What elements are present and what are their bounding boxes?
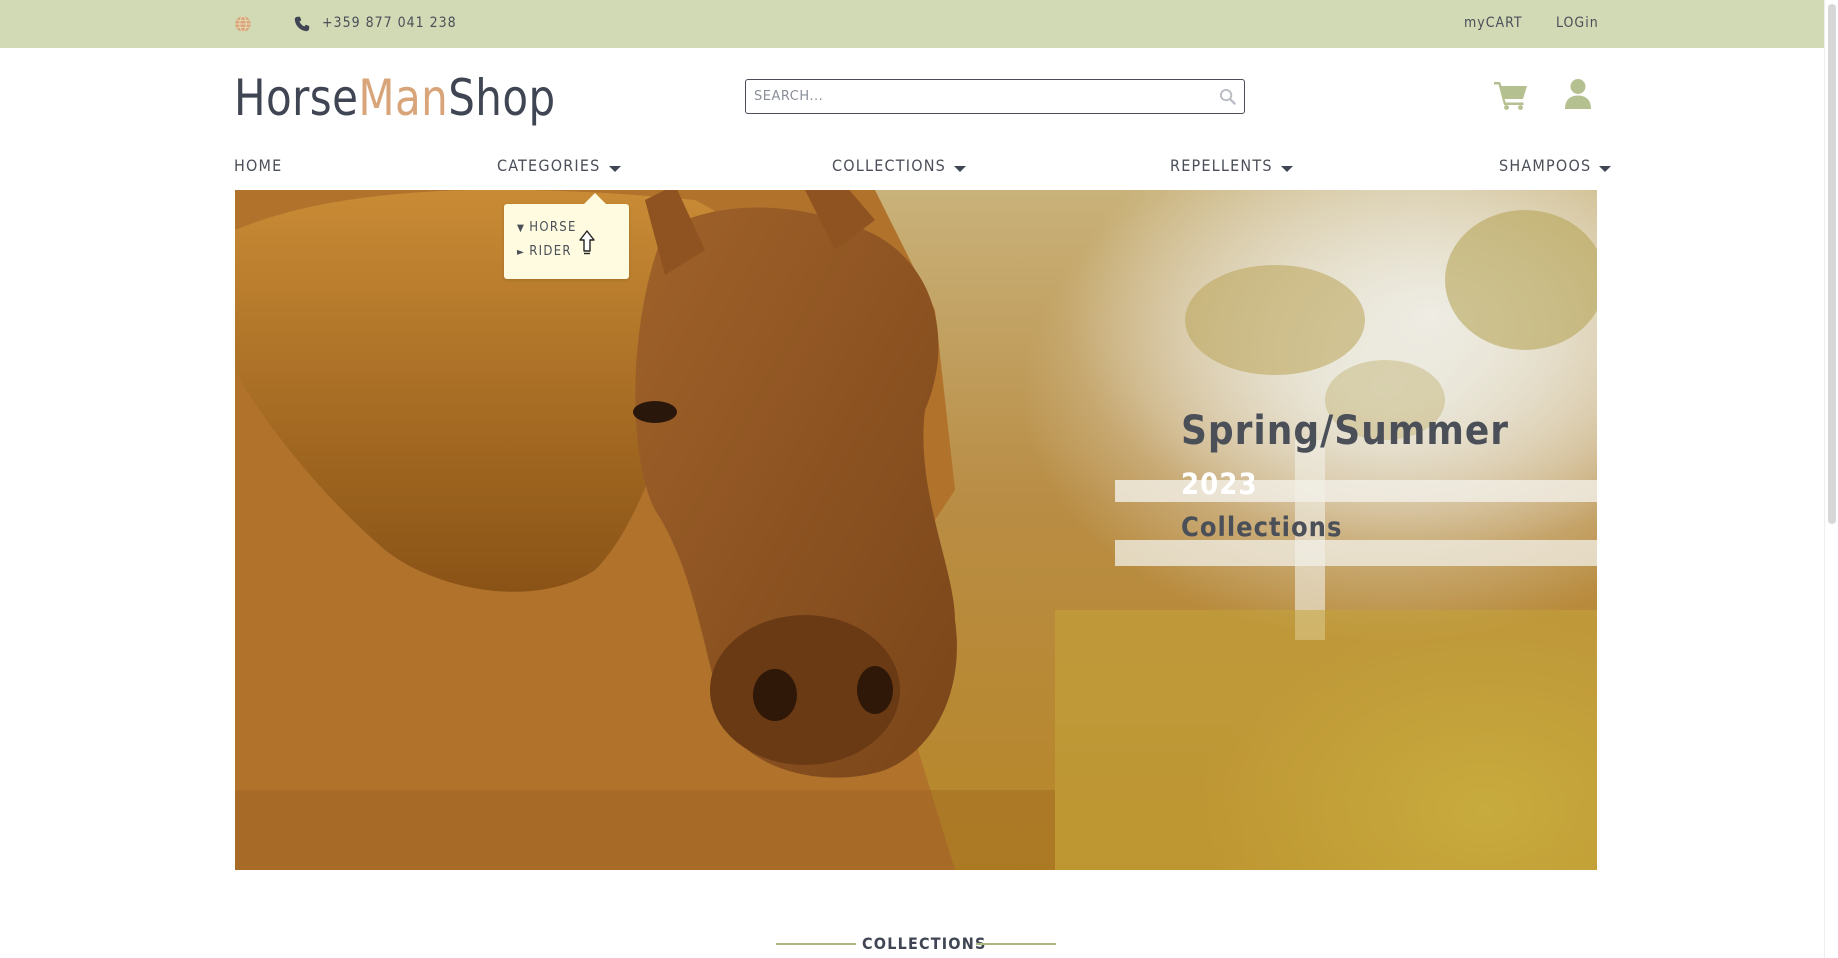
top-bar: +359 877 041 238 myCART LOGin <box>0 0 1838 48</box>
divider-line <box>976 943 1056 945</box>
dropdown-item-horse[interactable]: ▼ HORSE <box>517 220 577 235</box>
caret-down-icon <box>1599 165 1612 172</box>
phone-number: +359 877 041 238 <box>322 15 457 31</box>
phone-icon <box>294 16 310 32</box>
search-box <box>745 79 1245 114</box>
scrollbar-thumb[interactable] <box>1828 4 1836 524</box>
nav-home[interactable]: HOME <box>234 156 282 175</box>
globe-icon[interactable] <box>234 15 252 33</box>
search-input[interactable] <box>752 84 1202 109</box>
hero-title: Spring/Summer <box>1181 408 1509 454</box>
logo-shop: Shop <box>448 69 556 127</box>
collections-section-heading: COLLECTIONS <box>776 934 1056 954</box>
divider-line <box>776 943 856 945</box>
nav-categories[interactable]: CATEGORIES <box>497 156 621 175</box>
caret-down-icon <box>608 165 621 172</box>
mouse-cursor-icon <box>579 230 595 255</box>
section-title: COLLECTIONS <box>862 934 987 953</box>
search-icon[interactable] <box>1219 88 1236 105</box>
user-icon[interactable] <box>1564 78 1592 110</box>
logo-horse: Horse <box>234 69 359 127</box>
nav-repellents-label: REPELLENTS <box>1170 156 1273 175</box>
dropdown-item-label: HORSE <box>529 220 577 235</box>
nav-collections-label: COLLECTIONS <box>832 156 947 175</box>
horse-photo <box>235 190 1597 870</box>
dropdown-item-label: RIDER <box>529 244 572 259</box>
nav-categories-label: CATEGORIES <box>497 156 601 175</box>
nav-collections[interactable]: COLLECTIONS <box>832 156 967 175</box>
caret-down-icon <box>1280 165 1293 172</box>
nav-home-label: HOME <box>234 156 283 175</box>
nav-shampoos[interactable]: SHAMPOOS <box>1499 156 1612 175</box>
expanded-marker-icon: ▼ <box>517 223 526 234</box>
nav-shampoos-label: SHAMPOOS <box>1499 156 1592 175</box>
page-scrollbar[interactable] <box>1824 0 1838 958</box>
hero-subtitle: Collections <box>1181 512 1343 543</box>
collapsed-marker-icon: ► <box>517 247 526 258</box>
hero-banner[interactable]: Spring/Summer 2023 Collections <box>235 190 1597 870</box>
login-link[interactable]: LOGin <box>1556 15 1599 31</box>
categories-dropdown: ▼ HORSE ► RIDER <box>504 193 629 279</box>
logo-man: Man <box>358 69 449 127</box>
caret-down-icon <box>954 165 967 172</box>
dropdown-item-rider[interactable]: ► RIDER <box>517 244 572 259</box>
site-logo[interactable]: HorseManShop <box>234 68 556 128</box>
my-cart-link[interactable]: myCART <box>1464 15 1523 31</box>
nav-repellents[interactable]: REPELLENTS <box>1170 156 1293 175</box>
cart-icon[interactable] <box>1494 80 1528 110</box>
hero-year: 2023 <box>1181 467 1258 501</box>
